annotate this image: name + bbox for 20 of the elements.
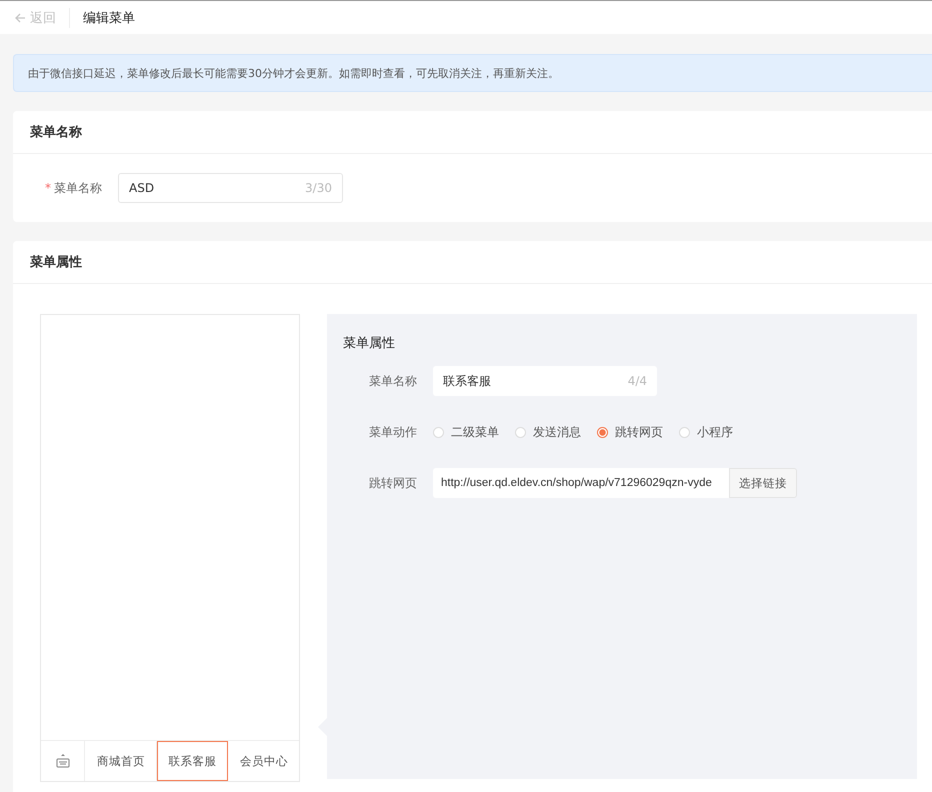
field-label: 菜单动作 [368, 424, 417, 440]
menu-tab[interactable]: 联系客服 [156, 741, 228, 781]
keyboard-icon[interactable] [56, 753, 70, 769]
url-input-field[interactable]: http://user.qd.eldev.cn/shop/wap/v71296029qzn-vyde [433, 468, 729, 498]
action-radio[interactable]: 二级菜单 [433, 424, 499, 440]
section-title: 菜单属性 [30, 254, 82, 271]
field-label: 菜单名称 [54, 180, 102, 194]
section-title: 菜单名称 [30, 124, 82, 141]
panel-title: 菜单属性 [343, 335, 395, 352]
page-title: 编辑菜单 [83, 10, 135, 26]
menu-name-input-field[interactable]: 联系客服 4/4 [433, 366, 657, 396]
choose-link-button[interactable]: 选择链接 [729, 468, 797, 498]
name-input-field[interactable]: ASD 3/30 [118, 173, 343, 203]
required-mark: * [45, 180, 51, 194]
field-label: 跳转网页 [368, 474, 417, 492]
action-radio[interactable]: 小程序 [679, 424, 733, 440]
action-radio[interactable]: 发送消息 [515, 424, 581, 440]
field-label: 菜单名称 [368, 372, 417, 390]
notice-banner: 由于微信接口延迟，菜单修改后最长可能需要30分钟才会更新。如需即时查看，可先取消关注，再重新关注。 [13, 54, 932, 92]
action-radio[interactable]: 跳转网页 [597, 424, 663, 440]
